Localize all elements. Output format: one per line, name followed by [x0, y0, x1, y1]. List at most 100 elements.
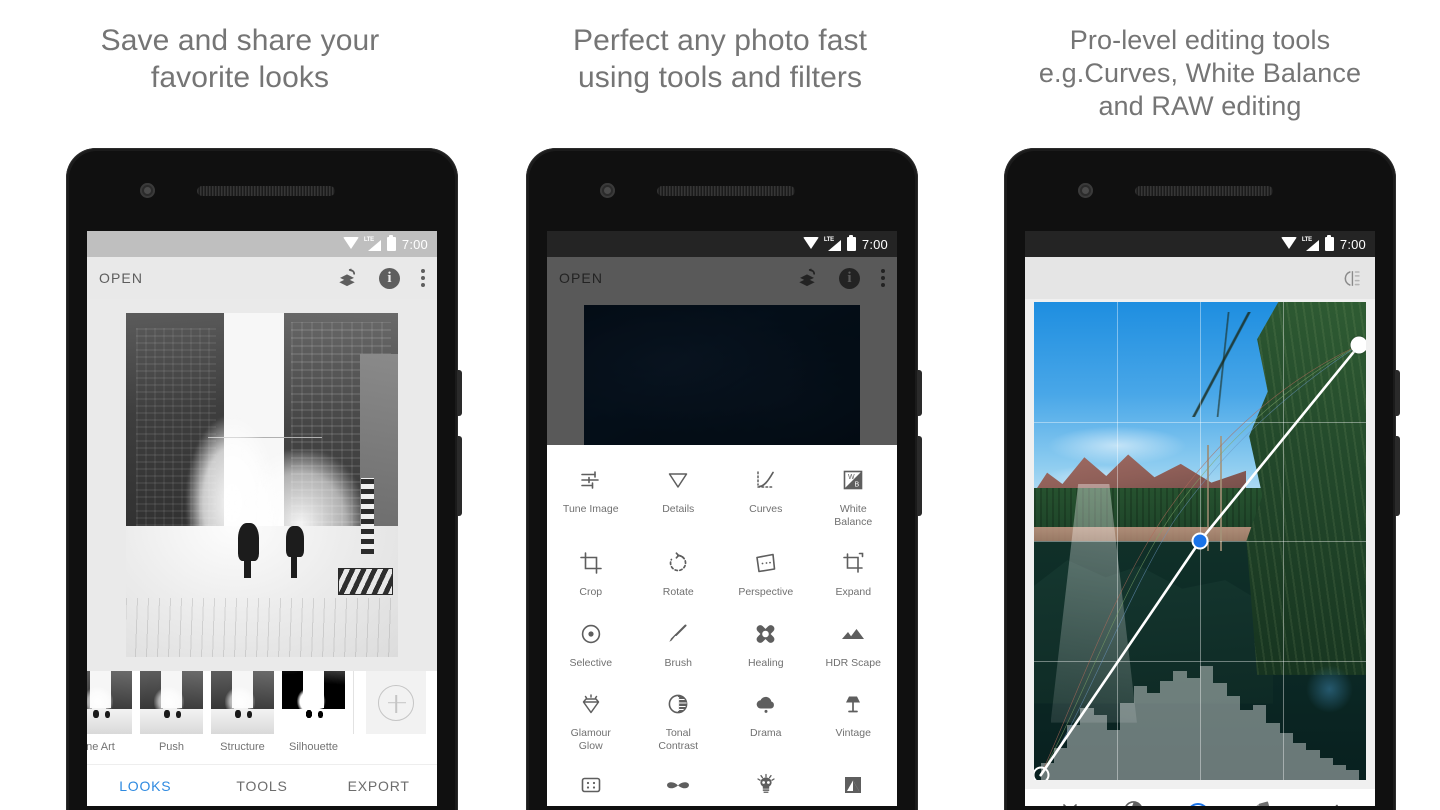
tool-crop[interactable]: Crop [547, 538, 635, 607]
tool-label: Healing [747, 656, 784, 669]
panel-headline-2: Perfect any photo fast using tools and f… [572, 24, 868, 94]
wifi-icon [342, 237, 359, 249]
tool-grunge[interactable]: Grunge [722, 762, 810, 796]
overflow-menu-icon[interactable] [881, 269, 885, 287]
black-point-handle[interactable] [1034, 766, 1050, 780]
selective-target-icon [576, 620, 606, 648]
list-item[interactable]: ne Art [87, 671, 132, 753]
edited-photo-lake [1034, 302, 1366, 780]
sliders-icon [576, 466, 606, 494]
panel-headline-3: Pro-level editing tools e.g.Curves, Whit… [1038, 25, 1362, 121]
tool-drama[interactable]: Drama [722, 679, 810, 760]
curves-icon [751, 466, 781, 494]
tool-white-balance[interactable]: W B White Balance [810, 455, 898, 536]
style-cards-icon[interactable] [1252, 800, 1275, 806]
add-look-button[interactable] [366, 671, 426, 734]
phone-screen-1: LTE 7:00 OPEN i ne Art Push Structure Si… [87, 231, 437, 806]
tab-looks[interactable]: LOOKS [87, 778, 204, 794]
mountains-icon [838, 620, 868, 648]
app-bar-3 [1025, 257, 1375, 299]
tool-label: Perspective [738, 586, 794, 598]
front-camera-icon [140, 183, 155, 198]
contrast-circle-icon [663, 690, 693, 718]
stack-undo-icon[interactable] [336, 267, 358, 289]
tab-export[interactable]: EXPORT [320, 778, 437, 794]
tool-brush[interactable]: Brush [635, 609, 723, 678]
earpiece-speaker [1135, 186, 1273, 196]
tool-perspective[interactable]: Perspective [722, 538, 810, 607]
volume-button[interactable] [1395, 436, 1400, 516]
preview-eye-button[interactable] [1186, 802, 1210, 806]
tool-vintage[interactable]: Vintage [810, 679, 898, 760]
tool-tune-image[interactable]: Tune Image [547, 455, 635, 536]
grunge-skull-icon [751, 773, 781, 796]
wifi-icon [1280, 237, 1297, 249]
photo-canvas-1[interactable] [87, 299, 437, 671]
app-bar-2: OPEN i [547, 257, 897, 299]
photo-canvas-2[interactable] [547, 299, 897, 445]
front-camera-icon [1078, 183, 1093, 198]
volume-button[interactable] [917, 436, 922, 516]
phone-screen-2: LTE 7:00 OPEN i Tune Image Details Curve… [547, 231, 897, 806]
phone-screen-3: LTE 7:00 [1025, 231, 1375, 806]
cancel-button[interactable] [1060, 801, 1080, 806]
battery-icon [386, 234, 396, 251]
wifi-icon [802, 237, 819, 249]
perspective-icon [751, 549, 781, 577]
looks-filmstrip[interactable]: ne Art Push Structure Silhouette [87, 671, 437, 764]
white-point-handle[interactable] [1350, 336, 1366, 354]
overflow-menu-icon[interactable] [421, 269, 425, 287]
look-label: Push [158, 741, 185, 753]
edited-photo-bw [126, 313, 398, 657]
mid-point-handle[interactable] [1191, 532, 1209, 550]
tools-sheet: Tune Image Details Curves W B White Bala… [547, 445, 897, 806]
tab-tools[interactable]: TOOLS [204, 778, 321, 794]
power-button[interactable] [917, 370, 922, 416]
earpiece-speaker [197, 186, 335, 196]
look-label: Structure [220, 741, 265, 753]
tool-tonal-contrast[interactable]: Tonal Contrast [635, 679, 723, 760]
status-bar-3: LTE 7:00 [1025, 231, 1375, 257]
phone-frame-2: LTE 7:00 OPEN i Tune Image Details Curve… [526, 148, 922, 810]
tool-retrolux[interactable]: Retrolux [635, 762, 723, 796]
stack-undo-icon[interactable] [796, 267, 818, 289]
open-button[interactable]: OPEN [559, 270, 603, 286]
tool-hdr-scape[interactable]: HDR Scape [810, 609, 898, 678]
dimmed-top-region: OPEN i [547, 257, 897, 445]
power-button[interactable] [1395, 370, 1400, 416]
list-item[interactable]: Structure [211, 671, 274, 753]
tool-frames[interactable]: Frames [810, 762, 898, 796]
tool-details[interactable]: Details [635, 455, 723, 536]
tool-expand[interactable]: Expand [810, 538, 898, 607]
power-button[interactable] [457, 370, 462, 416]
compare-split-icon[interactable] [1341, 269, 1363, 288]
panel-headline-1: Save and share your favorite looks [100, 24, 380, 94]
panel-looks: Save and share your favorite looks LTE 7… [0, 0, 480, 810]
app-store-screenshot-set: Save and share your favorite looks LTE 7… [0, 0, 1440, 810]
crop-icon [576, 549, 606, 577]
tool-label: Selective [569, 656, 613, 669]
tool-glamour-glow[interactable]: Glamour Glow [547, 679, 635, 760]
tool-label: Drama [749, 727, 782, 739]
white-balance-icon: W B [838, 466, 868, 494]
tool-healing[interactable]: Healing [722, 609, 810, 678]
photo-canvas-3[interactable] [1025, 299, 1375, 789]
tool-curves[interactable]: Curves [722, 455, 810, 536]
apply-button[interactable] [1318, 801, 1340, 806]
curves-overlay[interactable] [1034, 302, 1366, 780]
tool-grainy-film[interactable]: Grainy Film [547, 762, 635, 796]
rgb-circle-icon[interactable] [1123, 800, 1144, 806]
signal-lte-icon: LTE [824, 237, 841, 251]
tool-rotate[interactable]: Rotate [635, 538, 723, 607]
open-button[interactable]: OPEN [99, 270, 143, 286]
info-icon[interactable]: i [379, 267, 400, 289]
list-item[interactable]: Push [140, 671, 203, 753]
info-icon[interactable]: i [839, 267, 860, 289]
tool-label: Vintage [835, 727, 871, 739]
volume-button[interactable] [457, 436, 462, 516]
curves-toolbar [1025, 789, 1375, 806]
phone-top-bezel [526, 148, 918, 231]
look-thumbnail [140, 671, 203, 734]
tool-selective[interactable]: Selective [547, 609, 635, 678]
list-item[interactable]: Silhouette [282, 671, 345, 753]
